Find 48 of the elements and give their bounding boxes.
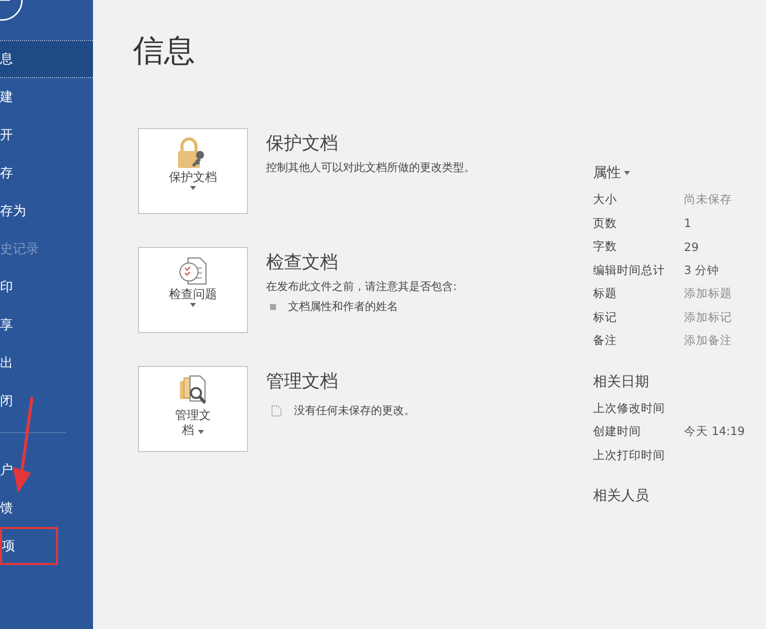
bullet-icon [270, 304, 276, 310]
section-title: 检查文档 [266, 251, 339, 274]
status-note: 没有任何未保存的更改。 [294, 403, 415, 418]
caret-icon [198, 430, 204, 434]
sidebar-item[interactable]: 开 [0, 126, 13, 144]
properties-dropdown[interactable]: 属性 [593, 164, 621, 182]
date-value: 今天 14:19 [684, 424, 746, 440]
section-button[interactable]: 保护文档 [138, 128, 248, 214]
property-label: 标题 [593, 286, 618, 302]
caret-icon [190, 303, 196, 307]
property-label: 编辑时间总计 [593, 262, 666, 278]
sidebar-item[interactable]: 存 [0, 164, 13, 182]
property-label: 备注 [593, 333, 618, 348]
property-value: 29 [684, 240, 700, 254]
date-label: 上次打印时间 [593, 448, 666, 463]
sidebar-item[interactable]: 建 [0, 88, 13, 106]
section-description: 控制其他人可以对此文档所做的更改类型。 [266, 160, 475, 175]
sidebar-item[interactable]: 项 [2, 537, 15, 555]
sidebar-item[interactable]: 户 [0, 461, 13, 479]
sidebar-item[interactable]: 馈 [0, 499, 13, 517]
sidebar-item[interactable]: 存为 [0, 202, 26, 220]
documents-magnifier-icon [178, 375, 208, 407]
date-label: 创建时间 [593, 424, 642, 440]
section-description: 在发布此文件之前，请注意其是否包含: [266, 279, 457, 294]
property-value: 3 分钟 [684, 262, 720, 278]
sidebar-item[interactable]: 印 [0, 278, 13, 296]
date-label: 上次修改时间 [593, 400, 666, 416]
sidebar-item[interactable]: 出 [0, 354, 13, 372]
sidebar-item[interactable]: 享 [0, 316, 13, 334]
checklist-document-icon [178, 256, 208, 286]
section-title: 管理文档 [266, 370, 339, 393]
property-label: 页数 [593, 216, 618, 231]
sidebar-item[interactable]: 闭 [0, 392, 13, 410]
section-heading: 相关日期 [593, 372, 650, 390]
property-value: 1 [684, 216, 692, 230]
section-button[interactable]: 检查问题 [138, 247, 248, 333]
bullet-text: 文档属性和作者的姓名 [288, 299, 398, 314]
section-heading: 相关人员 [593, 487, 650, 505]
property-label: 字数 [593, 239, 618, 254]
property-label: 标记 [593, 310, 618, 325]
section-button[interactable]: 管理文档 [138, 366, 248, 452]
section-title: 保护文档 [266, 132, 339, 155]
property-label: 大小 [593, 192, 618, 208]
sidebar-item[interactable]: 息 [0, 50, 13, 68]
document-outline-icon [270, 404, 282, 416]
caret-icon [190, 186, 196, 190]
page-title: 信息 [133, 32, 196, 70]
caret-icon [624, 171, 630, 175]
